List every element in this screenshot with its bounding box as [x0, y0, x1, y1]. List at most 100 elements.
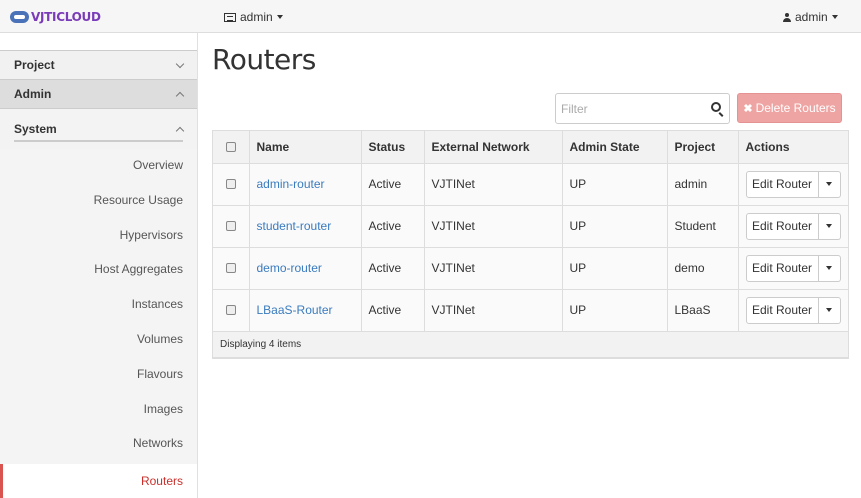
sidebar: Project Admin System Overview Resource U… [0, 33, 198, 498]
router-actions-cell: Edit Router [738, 247, 848, 290]
router-project: demo [667, 247, 739, 290]
table-footer-row: Displaying 4 items [213, 331, 848, 358]
router-status: Active [361, 289, 425, 332]
row-checkbox[interactable] [225, 221, 236, 231]
chevron-down-icon [175, 59, 185, 68]
chevron-down-icon [826, 308, 832, 312]
sidebar-item-volumes[interactable]: Volumes [0, 322, 197, 357]
edit-router-button[interactable]: Edit Router [745, 296, 819, 324]
chevron-down-icon [276, 15, 283, 19]
chevron-down-icon [826, 224, 832, 228]
close-icon: ✖ [743, 102, 753, 115]
router-name-link[interactable]: LBaaS-Router [257, 303, 333, 317]
row-select-cell [213, 289, 250, 332]
project-icon [224, 12, 236, 22]
sidebar-section-admin[interactable]: Admin [0, 80, 197, 109]
table-row: student-router Active VJTINet UP Student… [213, 205, 848, 248]
column-header-actions: Actions [738, 131, 848, 164]
sidebar-item-host-aggregates[interactable]: Host Aggregates [0, 252, 197, 287]
router-name-link[interactable]: admin-router [257, 177, 325, 191]
router-status: Active [361, 163, 425, 206]
chevron-down-icon [831, 15, 838, 19]
chevron-up-icon [175, 91, 185, 100]
router-actions-cell: Edit Router [738, 205, 848, 248]
sidebar-item-flavours[interactable]: Flavours [0, 357, 197, 392]
router-actions: Edit Router [745, 254, 842, 282]
router-status: Active [361, 205, 425, 248]
column-header-external-network[interactable]: External Network [424, 131, 563, 164]
delete-routers-button[interactable]: ✖ Delete Routers [737, 93, 842, 123]
router-external-network: VJTINet [424, 205, 563, 248]
router-project: Student [667, 205, 739, 248]
router-actions-cell: Edit Router [738, 289, 848, 332]
table-row: LBaaS-Router Active VJTINet UP LBaaS Edi… [213, 289, 848, 332]
edit-router-button[interactable]: Edit Router [745, 212, 819, 240]
filter-box [555, 93, 730, 124]
sidebar-item-resource-usage[interactable]: Resource Usage [0, 183, 197, 218]
column-header-project[interactable]: Project [667, 131, 739, 164]
select-all-cell [213, 131, 250, 164]
router-external-network: VJTINet [424, 289, 563, 332]
project-menu[interactable]: admin [224, 10, 283, 24]
router-name-link[interactable]: demo-router [257, 261, 322, 275]
search-icon[interactable] [711, 102, 721, 112]
actions-dropdown-toggle[interactable] [818, 170, 841, 198]
chevron-up-icon [175, 126, 185, 135]
table-row: demo-router Active VJTINet UP demo Edit … [213, 247, 848, 290]
router-actions-cell: Edit Router [738, 163, 848, 206]
router-admin-state: UP [562, 247, 668, 290]
column-header-name[interactable]: Name [249, 131, 362, 164]
actions-dropdown-toggle[interactable] [818, 254, 841, 282]
router-name-cell: admin-router [249, 163, 362, 206]
row-checkbox[interactable] [225, 179, 236, 189]
actions-dropdown-toggle[interactable] [818, 212, 841, 240]
edit-router-button[interactable]: Edit Router [745, 254, 819, 282]
sidebar-item-hypervisors[interactable]: Hypervisors [0, 218, 197, 253]
page-title: Routers [212, 43, 316, 76]
chevron-down-icon [826, 182, 832, 186]
sidebar-section-project[interactable]: Project [0, 51, 197, 80]
router-name-cell: demo-router [249, 247, 362, 290]
row-checkbox[interactable] [225, 263, 236, 273]
router-status: Active [361, 247, 425, 290]
column-header-status[interactable]: Status [361, 131, 425, 164]
router-name-link[interactable]: student-router [257, 219, 332, 233]
edit-router-button[interactable]: Edit Router [745, 170, 819, 198]
sidebar-item-overview[interactable]: Overview [0, 148, 197, 183]
router-actions: Edit Router [745, 170, 842, 198]
top-navbar: VJTICLOUD admin admin [0, 0, 861, 33]
sidebar-item-routers[interactable]: Routers [0, 464, 197, 498]
column-header-admin-state[interactable]: Admin State [562, 131, 668, 164]
brand-logo[interactable]: VJTICLOUD [10, 8, 101, 26]
sidebar-section-label: Project [14, 58, 55, 72]
router-name-cell: LBaaS-Router [249, 289, 362, 332]
sidebar-section-label: Admin [14, 87, 52, 101]
router-external-network: VJTINet [424, 247, 563, 290]
router-project: admin [667, 163, 739, 206]
router-admin-state: UP [562, 205, 668, 248]
actions-dropdown-toggle[interactable] [818, 296, 841, 324]
main-content: Routers ✖ Delete Routers Name Status Ext… [212, 33, 849, 359]
chevron-down-icon [826, 266, 832, 270]
router-name-cell: student-router [249, 205, 362, 248]
select-all-checkbox[interactable] [225, 141, 236, 152]
brand-text: VJTICLOUD [31, 10, 101, 24]
row-checkbox[interactable] [225, 305, 236, 315]
router-external-network: VJTINet [424, 163, 563, 206]
sidebar-panel-label: System [14, 122, 57, 136]
filter-input[interactable] [556, 94, 696, 123]
table-footer-count: Displaying 4 items [213, 331, 848, 358]
router-project: LBaaS [667, 289, 739, 332]
router-admin-state: UP [562, 289, 668, 332]
user-menu-label: admin [795, 10, 828, 24]
table-header-row: Name Status External Network Admin State… [213, 131, 848, 164]
sidebar-item-networks[interactable]: Networks [0, 426, 197, 461]
sidebar-item-images[interactable]: Images [0, 392, 197, 427]
user-menu[interactable]: admin [783, 10, 838, 24]
router-actions: Edit Router [745, 212, 842, 240]
delete-routers-label: Delete Routers [755, 101, 836, 115]
router-admin-state: UP [562, 163, 668, 206]
sidebar-spacer [0, 33, 197, 51]
sidebar-item-instances[interactable]: Instances [0, 287, 197, 322]
routers-table: Name Status External Network Admin State… [212, 130, 849, 359]
